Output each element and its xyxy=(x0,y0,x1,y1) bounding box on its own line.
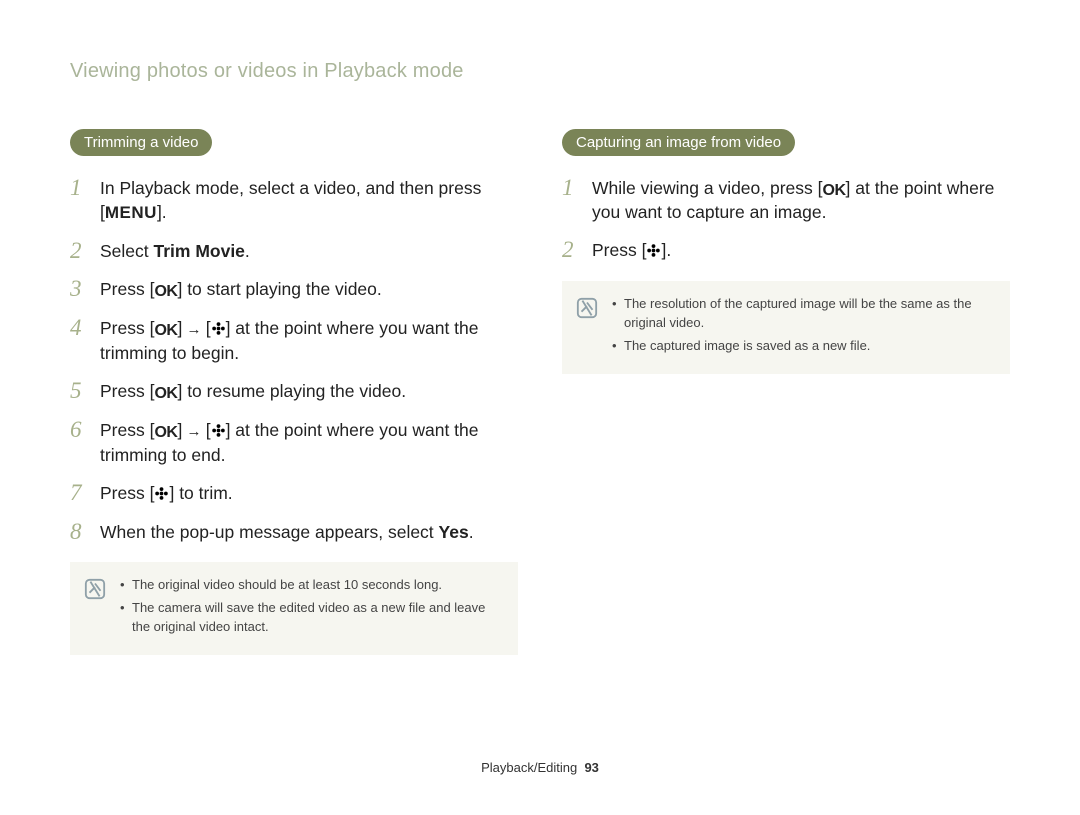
left-column: Trimming a video 1 In Playback mode, sel… xyxy=(70,129,518,655)
step-item: 8 When the pop-up message appears, selec… xyxy=(70,520,518,545)
step-item: 4 Press [OK] → [] at the point where you… xyxy=(70,316,518,365)
step-item: 1 In Playback mode, select a video, and … xyxy=(70,176,518,225)
note-item: The captured image is saved as a new fil… xyxy=(612,337,992,356)
note-item: The resolution of the captured image wil… xyxy=(612,295,992,333)
flower-icon xyxy=(154,486,169,501)
step-number: 7 xyxy=(70,481,92,506)
step-text: In Playback mode, select a video, and th… xyxy=(100,176,518,225)
step-number: 2 xyxy=(562,238,584,263)
step-text: Press [] to trim. xyxy=(100,481,518,505)
page-number: 93 xyxy=(584,760,598,775)
section-pill-trimming: Trimming a video xyxy=(70,129,212,156)
page-heading: Viewing photos or videos in Playback mod… xyxy=(70,60,1010,83)
note-icon xyxy=(84,578,106,600)
footer-label: Playback/Editing xyxy=(481,760,577,775)
note-list: The original video should be at least 10… xyxy=(120,576,500,641)
flower-icon xyxy=(211,423,226,438)
note-icon xyxy=(576,297,598,319)
step-item: 1 While viewing a video, press [OK] at t… xyxy=(562,176,1010,224)
note-list: The resolution of the captured image wil… xyxy=(612,295,992,360)
flower-icon xyxy=(646,243,661,258)
ok-icon: OK xyxy=(154,422,177,437)
step-number: 4 xyxy=(70,316,92,341)
flower-icon xyxy=(211,321,226,336)
step-item: 7 Press [] to trim. xyxy=(70,481,518,506)
step-item: 2 Select Trim Movie. xyxy=(70,239,518,264)
step-number: 1 xyxy=(562,176,584,201)
ok-icon: OK xyxy=(823,180,846,195)
note-item: The original video should be at least 10… xyxy=(120,576,500,595)
step-text: When the pop-up message appears, select … xyxy=(100,520,518,544)
note-item: The camera will save the edited video as… xyxy=(120,599,500,637)
menu-icon: MENU xyxy=(105,203,157,222)
step-item: 6 Press [OK] → [] at the point where you… xyxy=(70,418,518,467)
ok-icon: OK xyxy=(154,281,177,296)
step-number: 2 xyxy=(70,239,92,264)
step-number: 6 xyxy=(70,418,92,443)
page-footer: Playback/Editing 93 xyxy=(0,760,1080,775)
step-item: 5 Press [OK] to resume playing the video… xyxy=(70,379,518,404)
right-column: Capturing an image from video 1 While vi… xyxy=(562,129,1010,655)
step-number: 3 xyxy=(70,277,92,302)
step-text: Select Trim Movie. xyxy=(100,239,518,263)
note-box-capturing: The resolution of the captured image wil… xyxy=(562,281,1010,374)
step-text: Press [OK] → [] at the point where you w… xyxy=(100,418,518,467)
step-number: 8 xyxy=(70,520,92,545)
content-columns: Trimming a video 1 In Playback mode, sel… xyxy=(70,129,1010,655)
section-pill-capturing: Capturing an image from video xyxy=(562,129,795,156)
steps-list-trimming: 1 In Playback mode, select a video, and … xyxy=(70,176,518,544)
step-text: Press [OK] to start playing the video. xyxy=(100,277,518,301)
ok-icon: OK xyxy=(154,320,177,335)
step-item: 2 Press []. xyxy=(562,238,1010,263)
step-number: 5 xyxy=(70,379,92,404)
ok-icon: OK xyxy=(154,383,177,398)
note-box-trimming: The original video should be at least 10… xyxy=(70,562,518,655)
step-text: While viewing a video, press [OK] at the… xyxy=(592,176,1010,224)
step-item: 3 Press [OK] to start playing the video. xyxy=(70,277,518,302)
step-text: Press [OK] → [] at the point where you w… xyxy=(100,316,518,365)
step-number: 1 xyxy=(70,176,92,201)
step-text: Press [OK] to resume playing the video. xyxy=(100,379,518,403)
steps-list-capturing: 1 While viewing a video, press [OK] at t… xyxy=(562,176,1010,263)
step-text: Press []. xyxy=(592,238,1010,262)
